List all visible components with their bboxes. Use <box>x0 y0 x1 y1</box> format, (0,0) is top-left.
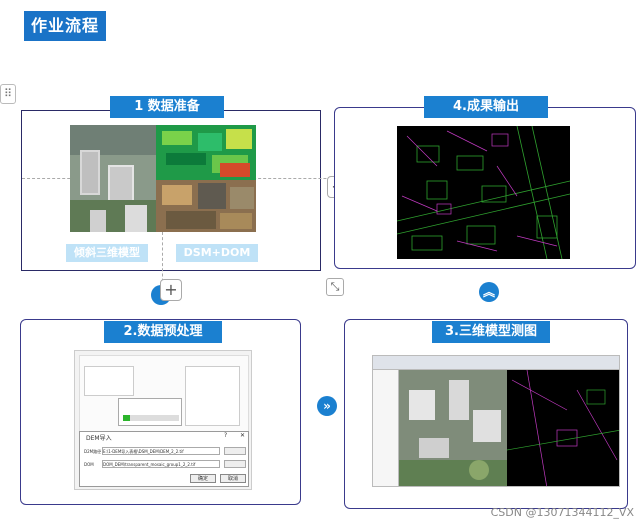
row1-browse-button[interactable] <box>224 447 246 455</box>
step2-screenshot: DEM导入 ? ✕ D2M路径 E:\1-DEM导入表格\DSM_DEM\DEM… <box>74 350 252 490</box>
drag-handle-icon[interactable]: ⠿ <box>0 84 16 104</box>
step3-label: 3.三维模型测图 <box>432 321 550 343</box>
cancel-button[interactable]: 取消 <box>220 474 246 483</box>
toolbar <box>373 356 619 370</box>
watermark-text: CSDN @13071344112_VX <box>490 506 634 519</box>
step1-label: 1 数据准备 <box>110 96 224 118</box>
vector-view <box>507 370 619 486</box>
row2-browse-button[interactable] <box>224 460 246 468</box>
bg-tree-panel <box>84 366 134 396</box>
dem-import-dialog: DEM导入 ? ✕ D2M路径 E:\1-DEM导入表格\DSM_DEM\DEM… <box>79 431 249 487</box>
dialog-title: DEM导入 <box>86 435 112 442</box>
row1-input[interactable]: E:\1-DEM导入表格\DSM_DEM\DEM_2_2.tif <box>102 447 220 455</box>
model-view <box>399 370 507 486</box>
step4-label: 4.成果输出 <box>424 96 548 118</box>
row2-label: DOM <box>84 462 94 467</box>
collapse-icon[interactable]: ⤡ <box>326 278 344 296</box>
add-node-bottom-button[interactable]: + <box>160 279 182 301</box>
chevrons-up-icon: ︽ <box>479 282 499 302</box>
bg-progress-bar <box>123 415 179 421</box>
step1-sublabel-oblique: 倾斜三维模型 <box>66 244 148 262</box>
dialog-close-button[interactable]: ✕ <box>240 432 245 439</box>
row2-input[interactable]: DOM_DEM\transparent_mosaic_group1_2_2.ti… <box>102 460 220 468</box>
bg-panel-right <box>185 366 240 426</box>
step2-label: 2.数据预处理 <box>104 321 222 343</box>
page-title: 作业流程 <box>24 11 106 41</box>
row1-label: D2M路径 <box>84 449 102 454</box>
chevrons-right-icon: » <box>317 396 337 416</box>
dialog-help-button[interactable]: ? <box>224 432 227 439</box>
bg-mini-dialog <box>118 398 182 426</box>
ok-button[interactable]: 确定 <box>190 474 216 483</box>
step1-image <box>70 125 256 232</box>
bg-window <box>79 355 249 439</box>
step3-screenshot <box>372 355 620 487</box>
step1-sublabel-dsm-dom: DSM+DOM <box>176 244 258 262</box>
step4-image <box>397 126 570 259</box>
layer-panel <box>373 370 399 486</box>
bg-progress-fill <box>123 415 130 421</box>
